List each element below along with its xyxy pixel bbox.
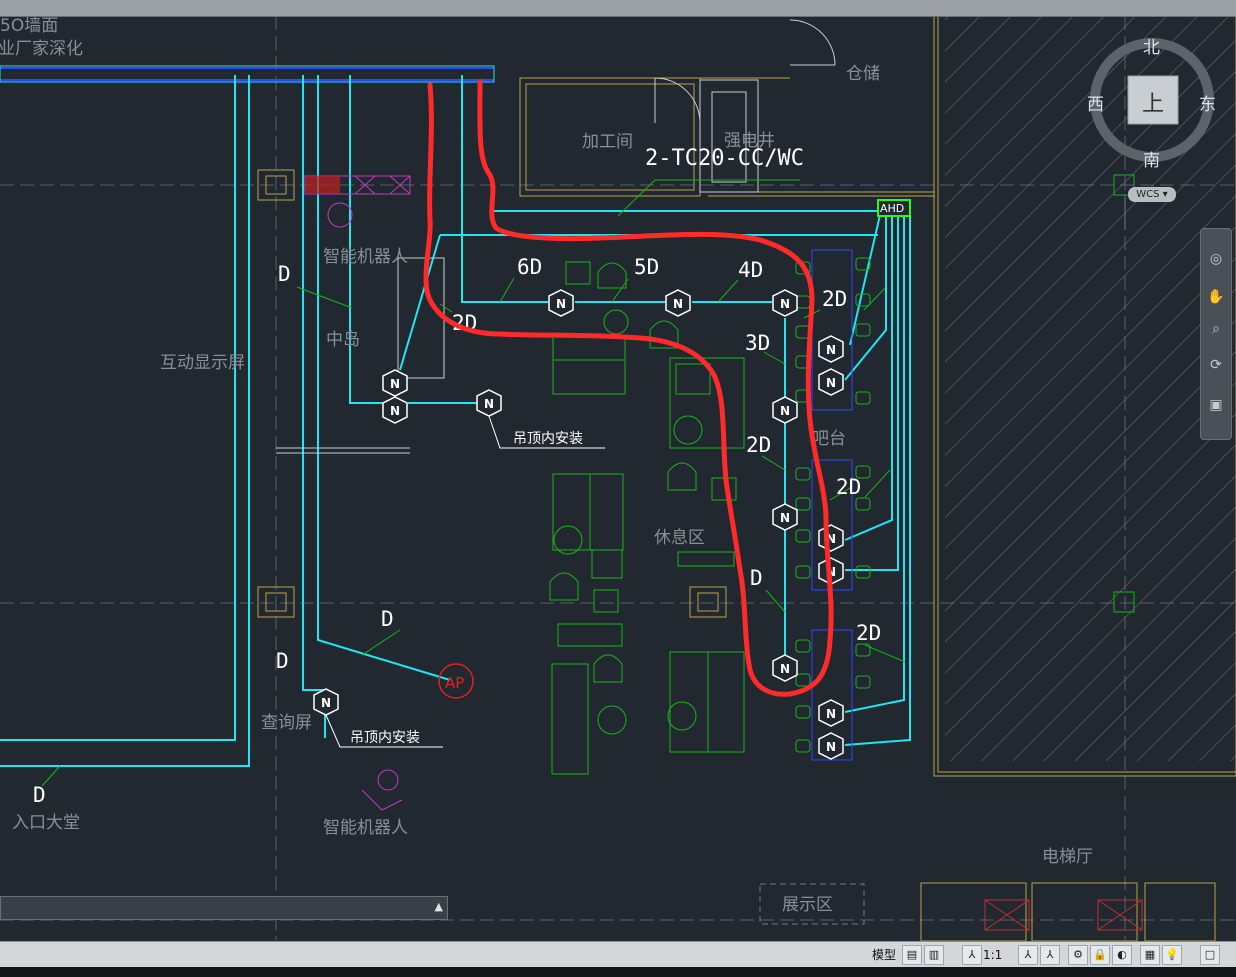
node-letter: N [780, 511, 790, 525]
node-letter: N [484, 397, 494, 411]
compass-west[interactable]: 西 [1087, 90, 1104, 115]
node-letter: N [780, 297, 790, 311]
cad-drawing-canvas[interactable]: N N N N N N N N N N N N N N N N 5O墙面 业厂家… [0, 0, 1236, 977]
node-letter: N [556, 297, 566, 311]
steering-wheel-icon[interactable]: ◎ [1206, 249, 1226, 269]
command-history-arrow-icon[interactable]: ▲ [435, 900, 443, 913]
label-d-d: D [276, 649, 289, 673]
zoom-icon[interactable]: ⌕ [1206, 319, 1226, 339]
room-island: 中岛 [326, 330, 360, 350]
orbit-icon[interactable]: ⟳ [1206, 355, 1226, 375]
ap-label: AP [445, 674, 464, 692]
warning-block [305, 176, 340, 194]
label-d-c: D [381, 607, 394, 631]
elevator-cross [984, 899, 1143, 931]
cable-labels: 2-TC20-CC/WC 6D 5D 4D 3D 2D 2D 2D 2D 2D … [33, 146, 881, 807]
room-lounge: 休息区 [654, 528, 705, 548]
layout-grid-icon[interactable]: ▤ [902, 945, 922, 965]
lock-icon[interactable]: 🔒 [1090, 945, 1110, 965]
corner-label-2: 业厂家深化 [0, 39, 83, 59]
annotation-scale-icon[interactable]: ⅄ [962, 945, 982, 965]
top-duct [0, 67, 494, 81]
room-showroom: 展示区 [782, 895, 833, 915]
isolate-objects-icon[interactable]: ▦ [1140, 945, 1160, 965]
compass-north[interactable]: 北 [1143, 33, 1160, 58]
node-letter: N [321, 696, 331, 710]
node-letter: N [780, 662, 790, 676]
room-elevator-hall: 电梯厅 [1042, 847, 1093, 867]
top-ribbon-edge [0, 0, 1236, 17]
label-d-a: D [278, 262, 291, 286]
install-labels: 吊顶内安装 吊顶内安装 [350, 431, 583, 746]
corner-label-1: 5O墙面 [0, 16, 58, 36]
node-letter: N [826, 740, 836, 754]
ceiling-install-label-2: 吊顶内安装 [350, 730, 420, 746]
label-d-e: D [33, 783, 46, 807]
label-2d-c: 2D [746, 433, 771, 457]
purple-equipment [304, 175, 411, 811]
room-robot-bottom: 智能机器人 [323, 818, 408, 838]
compass-south[interactable]: 南 [1143, 146, 1160, 171]
room-query-screen: 查询屏 [261, 713, 312, 733]
node-letter: N [780, 404, 790, 418]
node-letter: N [390, 404, 400, 418]
hatched-shaft [945, 16, 1236, 761]
hardware-acceleration-icon[interactable]: ◐ [1112, 945, 1132, 965]
label-2d-a: 2D [822, 287, 847, 311]
room-display-screen: 互动显示屏 [160, 353, 245, 373]
status-bar: 模型 ▤ ▥ ⅄ 1:1 ⅄ ⅄ ⚙ 🔒 ◐ ▦ 💡 □ [0, 941, 1236, 968]
label-4d: 4D [738, 258, 763, 282]
wcs-label: WCS [1136, 189, 1160, 200]
elevator-walls [920, 882, 1216, 942]
pan-icon[interactable]: ✋ [1206, 287, 1226, 307]
compass-east[interactable]: 东 [1199, 90, 1216, 115]
node-letter: N [673, 297, 683, 311]
counter-seats [795, 257, 871, 753]
quick-view-icon[interactable]: ▥ [924, 945, 944, 965]
auto-scale-icon[interactable]: ⅄ [1040, 945, 1060, 965]
gray-lines [276, 257, 445, 454]
model-space-label[interactable]: 模型 [872, 945, 896, 965]
node-letter: N [826, 343, 836, 357]
label-6d: 6D [517, 255, 542, 279]
red-markup-route [423, 79, 834, 697]
workspace-gear-icon[interactable]: ⚙ [1068, 945, 1088, 965]
wcs-menu[interactable]: WCS ▾ [1128, 187, 1176, 202]
ceiling-install-label-1: 吊顶内安装 [513, 431, 583, 447]
node-letter: N [826, 707, 836, 721]
annotation-visibility-icon[interactable]: ⅄ [1018, 945, 1038, 965]
node-letter: N [826, 376, 836, 390]
command-line[interactable]: ▲ [0, 896, 448, 920]
bottom-strip [0, 967, 1236, 977]
room-robot-top: 智能机器人 [323, 247, 408, 267]
viewcube-top-label[interactable]: 上 [1142, 86, 1164, 118]
label-2d-e: 2D [856, 621, 881, 645]
room-counter: 吧台 [812, 429, 846, 449]
showmotion-icon[interactable]: ▣ [1206, 395, 1226, 415]
label-2d-d: 2D [836, 475, 861, 499]
room-labels: 5O墙面 业厂家深化 仓储 加工间 强电井 智能机器人 中岛 互动显示屏 休息区… [0, 16, 1093, 915]
node-letter: N [390, 377, 400, 391]
annotation-scale-value[interactable]: 1:1 [983, 945, 1002, 965]
pipe-label: 2-TC20-CC/WC [645, 146, 804, 171]
label-5d: 5D [634, 255, 659, 279]
label-d-b: D [750, 566, 763, 590]
lightbulb-icon[interactable]: 💡 [1162, 945, 1182, 965]
fullscreen-icon[interactable]: □ [1200, 945, 1220, 965]
room-storage: 仓储 [846, 64, 880, 84]
room-processing: 加工间 [582, 132, 633, 152]
room-entrance: 入口大堂 [12, 813, 80, 833]
navigation-bar[interactable]: ◎ ✋ ⌕ ⟳ ▣ [1200, 228, 1232, 440]
label-underlines [325, 415, 605, 748]
ahd-label: AHD [880, 202, 904, 215]
label-3d: 3D [745, 331, 770, 355]
